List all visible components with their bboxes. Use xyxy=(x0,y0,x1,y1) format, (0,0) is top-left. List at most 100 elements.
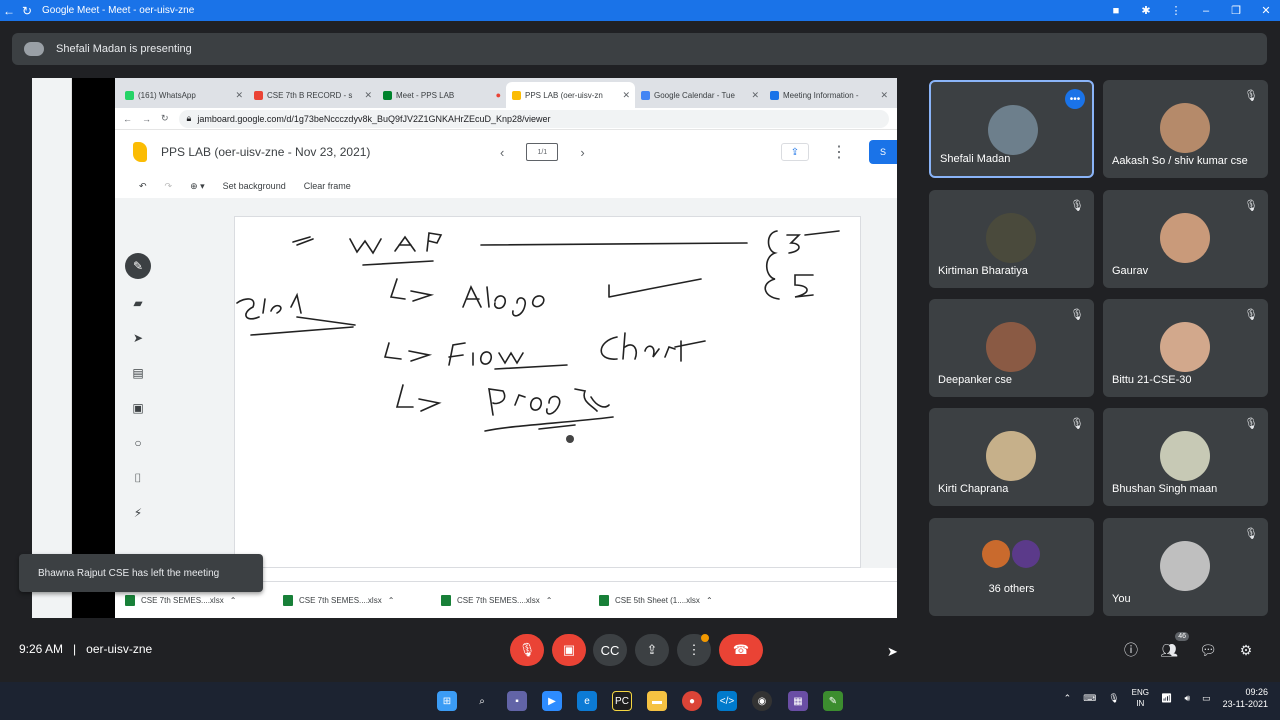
download-item[interactable]: CSE 5th Sheet (1....xlsx ⌃ xyxy=(599,594,757,606)
text-box-icon[interactable]: ⌷ xyxy=(126,467,150,489)
circle-icon[interactable]: ○ xyxy=(126,432,150,454)
language-indicator[interactable]: ENG IN xyxy=(1132,687,1149,709)
maximize-button[interactable]: ❐ xyxy=(1226,4,1246,17)
close-tab-icon[interactable]: ✕ xyxy=(364,90,372,101)
chevron-up-icon[interactable]: ⌃ xyxy=(388,596,395,605)
chevron-up-icon[interactable]: ⌃ xyxy=(230,596,237,605)
browser-tab[interactable]: Meeting Information - ✕ xyxy=(764,82,893,108)
participant-tile[interactable]: 🎙︎ Deepanker cse xyxy=(929,299,1094,397)
close-tab-icon[interactable]: ✕ xyxy=(880,90,888,101)
people-icon[interactable]: 👥︎ 46 xyxy=(1157,632,1189,662)
vscode-icon[interactable]: </> xyxy=(717,691,737,711)
download-item[interactable]: CSE 7th SEMES....xlsx ⌃ xyxy=(125,594,283,606)
teams-icon[interactable]: ▪ xyxy=(507,691,527,711)
more-options-icon[interactable]: ••• xyxy=(1065,89,1085,109)
chevron-up-icon[interactable]: ⌃ xyxy=(706,596,713,605)
chevron-up-icon[interactable]: ⌃ xyxy=(546,596,553,605)
undo-icon[interactable]: ↶ xyxy=(139,181,147,192)
jamboard-canvas[interactable] xyxy=(234,216,861,568)
chrome-icon[interactable]: ● xyxy=(682,691,702,711)
close-tab-icon[interactable]: ✕ xyxy=(622,90,630,101)
reload-icon[interactable]: ↻ xyxy=(161,113,169,124)
participant-tile[interactable]: 🎙︎ Bhushan Singh maan xyxy=(1103,408,1268,506)
avatar xyxy=(986,322,1036,372)
back-icon[interactable]: ← xyxy=(123,114,132,124)
shared-left-strip xyxy=(32,78,72,618)
zoom-icon[interactable]: ▶ xyxy=(542,691,562,711)
menu-icon[interactable]: ⋮ xyxy=(1166,4,1186,17)
battery-icon[interactable]: ▭ xyxy=(1202,693,1211,704)
more-options-icon[interactable]: ⋮ xyxy=(831,142,847,162)
self-tile[interactable]: 🎙︎ You xyxy=(1103,518,1268,616)
download-item[interactable]: CSE 7th SEMES....xlsx ⌃ xyxy=(283,594,441,606)
participant-tile[interactable]: 🎙︎ Kirti Chaprana xyxy=(929,408,1094,506)
forward-icon[interactable]: → xyxy=(142,114,151,124)
leave-call-button[interactable]: ☎︎ xyxy=(719,634,763,666)
url-field[interactable]: 🔒︎ jamboard.google.com/d/1g73beNccczdyv8… xyxy=(178,109,889,128)
search-icon[interactable]: ⌕ xyxy=(472,691,492,711)
pen-icon[interactable]: ✎ xyxy=(125,253,151,279)
present-icon[interactable]: ⇪ xyxy=(781,143,809,161)
info-icon[interactable]: ⓘ xyxy=(1119,638,1143,662)
participant-tile[interactable]: ••• Shefali Madan xyxy=(929,80,1094,178)
others-tile[interactable]: 36 others xyxy=(929,518,1094,616)
edge-icon[interactable]: e xyxy=(577,691,597,711)
obs-icon[interactable]: ◉ xyxy=(752,691,772,711)
camera-off-button[interactable]: ▣ xyxy=(552,634,586,666)
sticky-note-icon[interactable]: ▤ xyxy=(126,362,150,384)
meeting-details: 9:26 AM | oer-uisv-zne xyxy=(19,642,152,656)
browser-tab[interactable]: Meet - PPS LAB ● xyxy=(377,82,506,108)
mouse-cursor-icon: ➤ xyxy=(887,644,898,659)
next-frame-icon[interactable]: › xyxy=(580,145,584,160)
system-clock[interactable]: 09:26 23-11-2021 xyxy=(1223,686,1268,710)
mic-icon[interactable]: 🎙︎ xyxy=(1108,693,1119,704)
more-options-button[interactable]: ⋮ xyxy=(677,634,711,666)
activities-icon[interactable]: ⚙︎ xyxy=(1234,638,1258,662)
back-arrow-icon[interactable]: ← xyxy=(0,2,18,20)
zoom-icon[interactable]: ⊕ ▾ xyxy=(190,181,205,192)
browser-tab[interactable]: Google Calendar - Tue ✕ xyxy=(635,82,764,108)
participant-tile[interactable]: 🎙︎ Aakash So / shiv kumar cse xyxy=(1103,80,1268,178)
close-tab-icon[interactable]: ✕ xyxy=(235,90,243,101)
participant-tile[interactable]: 🎙︎ Gaurav xyxy=(1103,190,1268,288)
participant-tile[interactable]: 🎙︎ Kirtiman Bharatiya xyxy=(929,190,1094,288)
set-background-button[interactable]: Set background xyxy=(223,181,286,191)
windows-start-icon[interactable]: ⊞ xyxy=(437,691,457,711)
download-item[interactable]: CSE 7th SEMES....xlsx ⌃ xyxy=(441,594,599,606)
browser-tab[interactable]: (161) WhatsApp ✕ xyxy=(119,82,248,108)
mic-off-button[interactable]: 🎙︎ xyxy=(510,634,544,666)
avatar xyxy=(988,105,1038,155)
laser-icon[interactable]: ⚡︎ xyxy=(126,502,150,524)
app-icon[interactable]: ▦ xyxy=(788,691,808,711)
close-tab-icon[interactable]: ✕ xyxy=(751,90,759,101)
notepad-icon[interactable]: ✎ xyxy=(823,691,843,711)
redo-icon[interactable]: ↷ xyxy=(165,181,173,192)
present-button[interactable]: ⇪ xyxy=(635,634,669,666)
share-button[interactable]: S xyxy=(869,140,897,164)
captions-button[interactable]: CC xyxy=(593,634,627,666)
wifi-icon[interactable]: 📶︎ xyxy=(1161,693,1172,704)
browser-tab[interactable]: CSE 7th B RECORD - s ✕ xyxy=(248,82,377,108)
reload-icon[interactable]: ↻ xyxy=(18,2,36,20)
clear-frame-button[interactable]: Clear frame xyxy=(304,181,351,191)
browser-tab-active[interactable]: PPS LAB (oer-uisv-zn ✕ xyxy=(506,82,635,108)
camera-icon[interactable]: ■ xyxy=(1106,5,1126,17)
shared-browser: (161) WhatsApp ✕ CSE 7th B RECORD - s ✕ Me… xyxy=(115,78,897,618)
eraser-icon[interactable]: ▰ xyxy=(126,292,150,314)
keyboard-icon[interactable]: ⌨ xyxy=(1083,693,1096,704)
chevron-up-icon[interactable]: ⌃ xyxy=(1064,693,1072,704)
frame-indicator[interactable]: 1/1 xyxy=(526,143,559,161)
jamboard-icon xyxy=(512,90,521,100)
select-icon[interactable]: ➤ xyxy=(126,327,150,349)
file-explorer-icon[interactable]: ▬ xyxy=(647,691,667,711)
image-icon[interactable]: ▣ xyxy=(126,397,150,419)
chat-icon[interactable]: 💬︎ xyxy=(1196,638,1220,662)
volume-icon[interactable]: 🔊︎ xyxy=(1184,693,1190,704)
pycharm-icon[interactable]: PC xyxy=(612,691,632,711)
close-window-button[interactable]: ✕ xyxy=(1256,4,1276,17)
prev-frame-icon[interactable]: ‹ xyxy=(500,145,504,160)
participant-tile[interactable]: 🎙︎ Bittu 21-CSE-30 xyxy=(1103,299,1268,397)
jamboard-header: PPS LAB (oer-uisv-zne - Nov 23, 2021) ‹ … xyxy=(115,130,897,174)
minimize-button[interactable]: – xyxy=(1196,5,1216,17)
extensions-icon[interactable]: ✱ xyxy=(1136,4,1156,17)
